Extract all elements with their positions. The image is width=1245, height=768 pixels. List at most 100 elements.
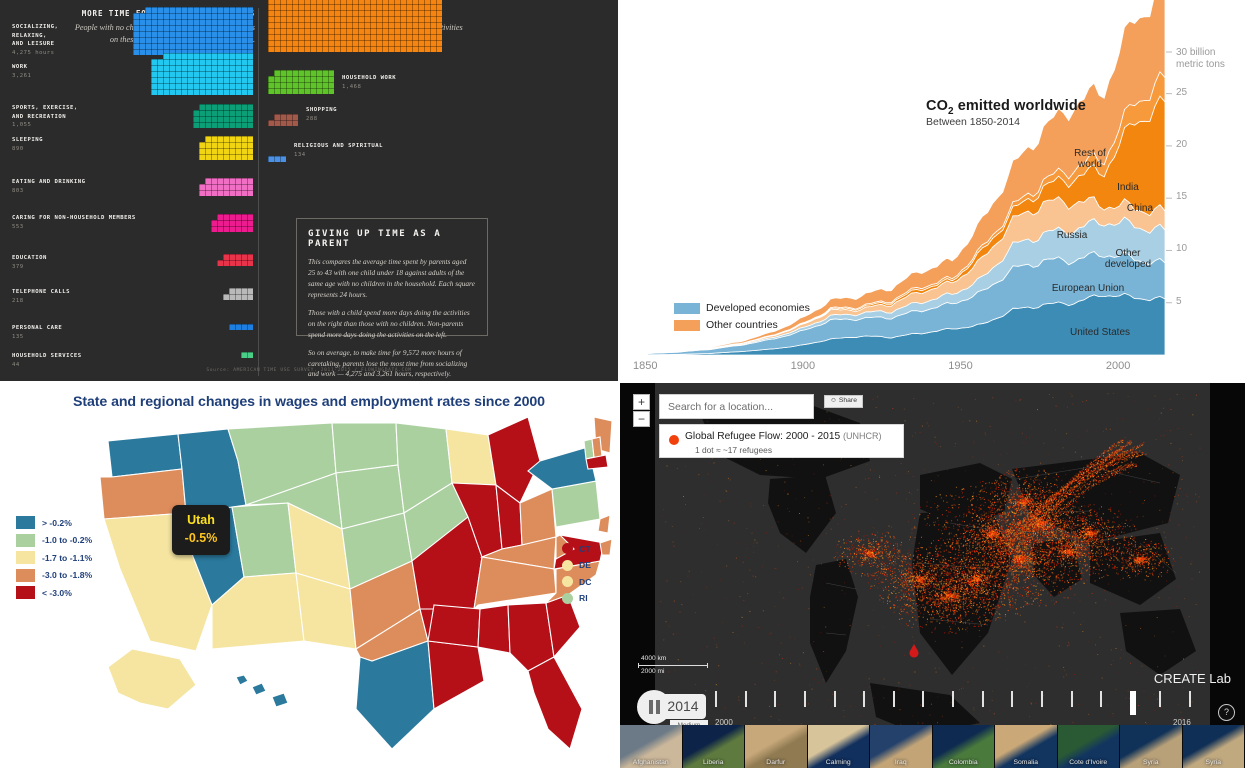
timeline-tick[interactable] xyxy=(863,691,866,707)
timeline-tick[interactable] xyxy=(1011,691,1014,707)
timeline-tick[interactable] xyxy=(922,691,925,707)
story-thumbnail[interactable]: Darfur xyxy=(745,725,808,768)
activity-bar xyxy=(199,178,253,196)
abbrev-row: RI xyxy=(562,592,591,604)
timeline-slider[interactable]: 2000 2016 xyxy=(715,691,1195,729)
timeline-tick[interactable] xyxy=(1070,691,1073,707)
activity-bar xyxy=(268,114,298,126)
state-md[interactable] xyxy=(599,538,613,556)
map-legend-swatch xyxy=(16,533,35,547)
activity-value: 803 xyxy=(12,187,24,194)
state-fl[interactable] xyxy=(527,656,583,750)
scale-mi-label: 2000 mi xyxy=(641,668,665,676)
activity-row: CARING FOR HOUSEHOLD MEMBERS9,572 hours xyxy=(268,0,518,52)
map-legend-label: -3.0 to -1.8% xyxy=(42,570,93,580)
share-button[interactable]: ☺ Share xyxy=(824,395,863,408)
abbrev-row: CT xyxy=(562,543,591,554)
story-thumbnail[interactable]: Cote d'Ivoire xyxy=(1057,725,1120,768)
activity-row: HOUSEHOLD SERVICES 44 xyxy=(0,352,258,368)
map-legend-row: -1.7 to -1.1% xyxy=(16,551,92,564)
brand-label: CREATE Lab xyxy=(1153,671,1231,686)
state-nd[interactable] xyxy=(331,422,399,474)
panel-co2-area-chart: CO2 emitted worldwide Between 1850-2014 … xyxy=(620,0,1245,383)
activity-bar xyxy=(268,0,442,52)
state-ak[interactable] xyxy=(107,648,197,710)
help-button[interactable]: ? xyxy=(1218,704,1235,721)
co2-legend-label: Other countries xyxy=(706,319,778,331)
timeline-tick[interactable] xyxy=(892,691,895,707)
timeline-tick[interactable] xyxy=(715,691,717,707)
timeline-tick[interactable] xyxy=(774,691,777,707)
timeline-tick[interactable] xyxy=(1159,691,1162,707)
activity-row: HOUSEHOLD WORK 1,468 xyxy=(268,70,518,94)
source-credit: Source: AMERICAN TIME USE SURVEY, 2011-2… xyxy=(206,368,412,373)
map-legend-label: > -0.2% xyxy=(42,517,72,528)
activity-row: SHOPPING 288 xyxy=(268,107,518,126)
activity-value: 1,055 xyxy=(12,122,32,129)
co2-x-tick: 2000 xyxy=(1105,360,1131,372)
explainer-para-2: Those with a child spend more days doing… xyxy=(308,307,470,339)
story-thumbnail[interactable]: Syria xyxy=(1182,725,1245,768)
map-legend-label: -1.7 to -1.1% xyxy=(42,552,93,563)
story-thumbnail[interactable]: Colombia xyxy=(932,725,995,768)
state-ut[interactable] xyxy=(231,502,297,578)
co2-x-tick: 1950 xyxy=(948,360,973,372)
activity-label: EDUCATION 379 xyxy=(12,254,142,271)
zoom-in-button[interactable]: + xyxy=(633,394,650,410)
timeline-tick-current[interactable] xyxy=(1129,691,1136,715)
timeline-tick[interactable] xyxy=(1040,691,1043,707)
map-legend-row: -1.0 to -0.2% xyxy=(16,533,92,547)
activity-label: HOUSEHOLD WORK 1,468 xyxy=(342,74,542,91)
story-thumbnail[interactable]: Syria xyxy=(1120,725,1183,768)
co2-y-tick: 25 xyxy=(1176,86,1188,98)
state-ms[interactable] xyxy=(427,604,481,648)
story-thumbnail[interactable]: Iraq xyxy=(870,725,933,768)
state-la[interactable] xyxy=(427,640,485,710)
timeline-tick[interactable] xyxy=(803,691,806,707)
activity-row: CARING FOR NON-HOUSEHOLD MEMBERS 553 xyxy=(0,214,258,232)
activity-value: 288 xyxy=(306,115,318,122)
timeline-tick[interactable] xyxy=(833,691,836,707)
map-legend-box: Global Refugee Flow: 2000 - 2015 (UNHCR)… xyxy=(659,424,904,458)
story-thumbnail-label: Afghanistan xyxy=(632,759,669,766)
timeline-tick[interactable] xyxy=(981,691,984,707)
activity-row: WORK 3,261 xyxy=(0,53,258,95)
state-hi3[interactable] xyxy=(271,692,289,708)
story-thumbnail[interactable]: Calming xyxy=(807,725,870,768)
state-oh[interactable] xyxy=(519,488,557,546)
activity-bar xyxy=(223,288,253,300)
timeline-tick[interactable] xyxy=(1189,691,1191,707)
story-thumbnail-label: Liberia xyxy=(703,759,724,766)
timeline-tick[interactable] xyxy=(952,691,954,707)
state-al[interactable] xyxy=(477,604,511,654)
state-nh[interactable] xyxy=(591,436,603,458)
timeline-tick[interactable] xyxy=(1100,691,1103,707)
story-thumbnail[interactable]: Afghanistan xyxy=(620,725,683,768)
zoom-out-button[interactable]: − xyxy=(633,411,650,427)
activity-value: 3,261 xyxy=(12,72,32,79)
map-legend-row: > -0.2% xyxy=(16,516,92,529)
state-hi2[interactable] xyxy=(251,682,267,696)
search-input[interactable]: Search for a location... xyxy=(659,394,814,419)
activity-bar xyxy=(241,352,253,358)
current-year-display: 2014 xyxy=(660,694,706,719)
activity-bar xyxy=(193,104,253,128)
activity-bar xyxy=(151,53,253,95)
activity-value: 1,468 xyxy=(342,83,362,90)
activity-row: RELIGIOUS AND SPIRITUAL 134 xyxy=(268,143,518,162)
state-hi[interactable] xyxy=(235,674,249,686)
story-thumbnail[interactable]: Somalia xyxy=(995,725,1058,768)
co2-y-tick: 15 xyxy=(1176,191,1188,203)
timeline-tick[interactable] xyxy=(744,691,747,707)
activity-value: 553 xyxy=(12,223,24,230)
story-thumbnail-label: Syria xyxy=(1205,759,1222,766)
map-title: State and regional changes in wages and … xyxy=(73,394,545,410)
explainer-title: GIVING UP TIME AS A PARENT xyxy=(308,229,442,249)
map-legend-swatch xyxy=(16,516,35,529)
abbrev-row: DC xyxy=(562,576,591,587)
activity-value: 218 xyxy=(12,297,24,304)
activity-row: EATING AND DRINKING 803 xyxy=(0,178,258,196)
activity-row: EDUCATION 379 xyxy=(0,254,258,270)
story-thumbnail[interactable]: Liberia xyxy=(682,725,745,768)
panel-refugee-flow-map: + − Search for a location... ☺ Share Glo… xyxy=(620,383,1245,768)
